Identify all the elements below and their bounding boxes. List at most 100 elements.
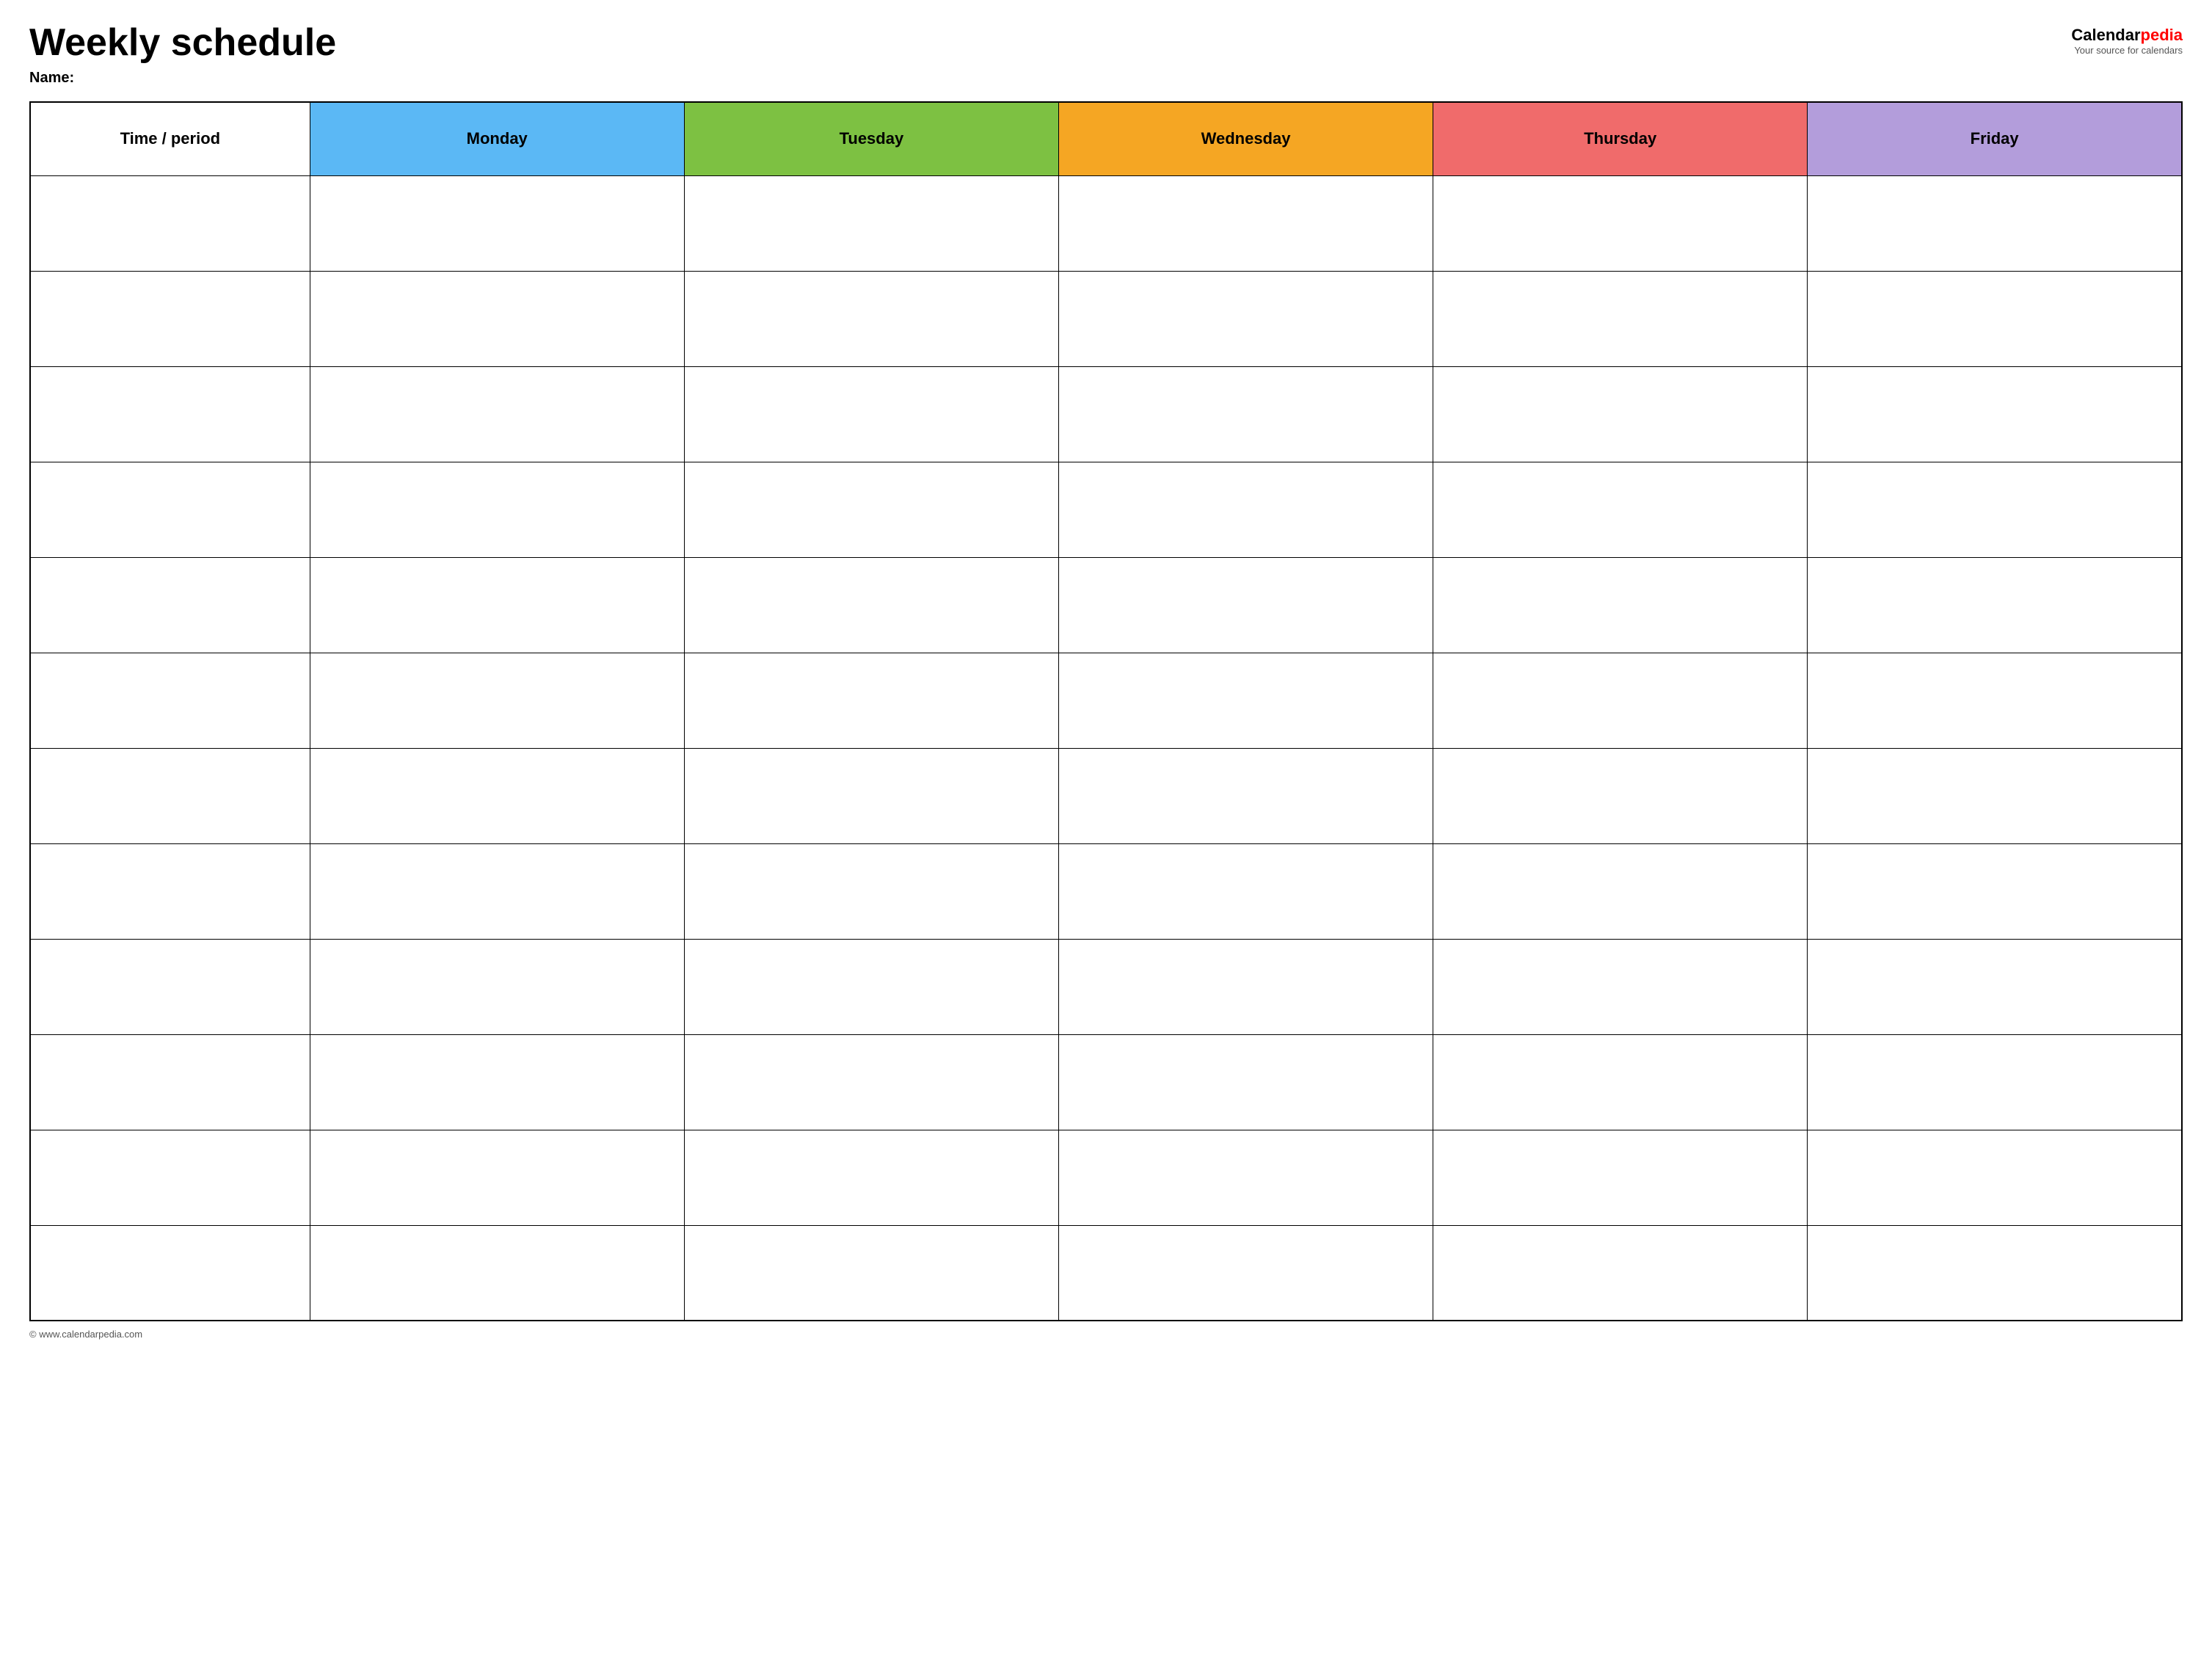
time-cell[interactable] — [30, 271, 310, 366]
schedule-cell[interactable] — [684, 939, 1058, 1034]
table-row — [30, 271, 2182, 366]
schedule-cell[interactable] — [1058, 1034, 1433, 1130]
schedule-cell[interactable] — [1058, 271, 1433, 366]
table-row — [30, 1130, 2182, 1225]
schedule-cell[interactable] — [1808, 1130, 2182, 1225]
schedule-cell[interactable] — [1808, 175, 2182, 271]
schedule-cell[interactable] — [1808, 1225, 2182, 1321]
schedule-cell[interactable] — [684, 653, 1058, 748]
table-header-row: Time / period Monday Tuesday Wednesday T… — [30, 102, 2182, 175]
schedule-cell[interactable] — [310, 653, 684, 748]
schedule-cell[interactable] — [1808, 748, 2182, 843]
table-row — [30, 366, 2182, 462]
time-cell[interactable] — [30, 175, 310, 271]
logo-calendar: Calendar — [2071, 26, 2140, 44]
schedule-cell[interactable] — [1433, 557, 1808, 653]
schedule-cell[interactable] — [1058, 462, 1433, 557]
schedule-cell[interactable] — [1058, 939, 1433, 1034]
schedule-cell[interactable] — [1058, 366, 1433, 462]
schedule-cell[interactable] — [1433, 939, 1808, 1034]
schedule-cell[interactable] — [1433, 748, 1808, 843]
schedule-cell[interactable] — [310, 366, 684, 462]
schedule-cell[interactable] — [1058, 748, 1433, 843]
schedule-cell[interactable] — [684, 462, 1058, 557]
schedule-cell[interactable] — [1433, 843, 1808, 939]
schedule-cell[interactable] — [310, 843, 684, 939]
table-row — [30, 748, 2182, 843]
schedule-cell[interactable] — [310, 1225, 684, 1321]
schedule-cell[interactable] — [1058, 1225, 1433, 1321]
schedule-cell[interactable] — [310, 557, 684, 653]
schedule-cell[interactable] — [684, 271, 1058, 366]
schedule-cell[interactable] — [1808, 653, 2182, 748]
schedule-cell[interactable] — [1808, 557, 2182, 653]
time-cell[interactable] — [30, 366, 310, 462]
schedule-cell[interactable] — [684, 748, 1058, 843]
time-cell[interactable] — [30, 1034, 310, 1130]
col-header-tuesday: Tuesday — [684, 102, 1058, 175]
schedule-cell[interactable] — [684, 366, 1058, 462]
schedule-cell[interactable] — [1433, 462, 1808, 557]
schedule-cell[interactable] — [684, 1034, 1058, 1130]
col-header-wednesday: Wednesday — [1058, 102, 1433, 175]
schedule-cell[interactable] — [1058, 175, 1433, 271]
time-cell[interactable] — [30, 843, 310, 939]
name-label: Name: — [29, 70, 336, 87]
logo-pedia: pedia — [2141, 26, 2183, 44]
schedule-cell[interactable] — [1058, 1130, 1433, 1225]
time-cell[interactable] — [30, 557, 310, 653]
schedule-cell[interactable] — [684, 1130, 1058, 1225]
schedule-cell[interactable] — [310, 1130, 684, 1225]
col-header-thursday: Thursday — [1433, 102, 1808, 175]
table-body — [30, 175, 2182, 1321]
schedule-cell[interactable] — [310, 1034, 684, 1130]
schedule-cell[interactable] — [1433, 175, 1808, 271]
schedule-cell[interactable] — [310, 175, 684, 271]
schedule-cell[interactable] — [1808, 1034, 2182, 1130]
table-row — [30, 557, 2182, 653]
schedule-cell[interactable] — [1433, 1034, 1808, 1130]
logo-text: Calendarpedia — [2071, 26, 2183, 45]
schedule-cell[interactable] — [310, 939, 684, 1034]
table-row — [30, 1225, 2182, 1321]
schedule-cell[interactable] — [1433, 653, 1808, 748]
logo-tagline: Your source for calendars — [2074, 45, 2183, 56]
time-cell[interactable] — [30, 1225, 310, 1321]
schedule-cell[interactable] — [1058, 557, 1433, 653]
col-header-time: Time / period — [30, 102, 310, 175]
footer-url: © www.calendarpedia.com — [29, 1329, 142, 1340]
table-row — [30, 1034, 2182, 1130]
schedule-cell[interactable] — [1433, 1225, 1808, 1321]
schedule-cell[interactable] — [1433, 366, 1808, 462]
schedule-cell[interactable] — [1808, 462, 2182, 557]
schedule-cell[interactable] — [684, 175, 1058, 271]
logo-section: Calendarpedia Your source for calendars — [2071, 22, 2183, 56]
schedule-cell[interactable] — [684, 557, 1058, 653]
col-header-monday: Monday — [310, 102, 684, 175]
schedule-cell[interactable] — [1058, 843, 1433, 939]
schedule-cell[interactable] — [1433, 271, 1808, 366]
time-cell[interactable] — [30, 1130, 310, 1225]
schedule-cell[interactable] — [1808, 366, 2182, 462]
schedule-cell[interactable] — [310, 462, 684, 557]
schedule-cell[interactable] — [310, 748, 684, 843]
time-cell[interactable] — [30, 653, 310, 748]
schedule-cell[interactable] — [684, 1225, 1058, 1321]
table-row — [30, 462, 2182, 557]
footer: © www.calendarpedia.com — [29, 1329, 2183, 1340]
header: Weekly schedule Name: Calendarpedia Your… — [29, 22, 2183, 87]
time-cell[interactable] — [30, 939, 310, 1034]
time-cell[interactable] — [30, 462, 310, 557]
time-cell[interactable] — [30, 748, 310, 843]
schedule-cell[interactable] — [684, 843, 1058, 939]
schedule-cell[interactable] — [1808, 939, 2182, 1034]
title-section: Weekly schedule Name: — [29, 22, 336, 87]
table-row — [30, 939, 2182, 1034]
page-title: Weekly schedule — [29, 22, 336, 64]
schedule-cell[interactable] — [1058, 653, 1433, 748]
schedule-cell[interactable] — [310, 271, 684, 366]
schedule-cell[interactable] — [1433, 1130, 1808, 1225]
schedule-cell[interactable] — [1808, 271, 2182, 366]
schedule-cell[interactable] — [1808, 843, 2182, 939]
table-row — [30, 175, 2182, 271]
